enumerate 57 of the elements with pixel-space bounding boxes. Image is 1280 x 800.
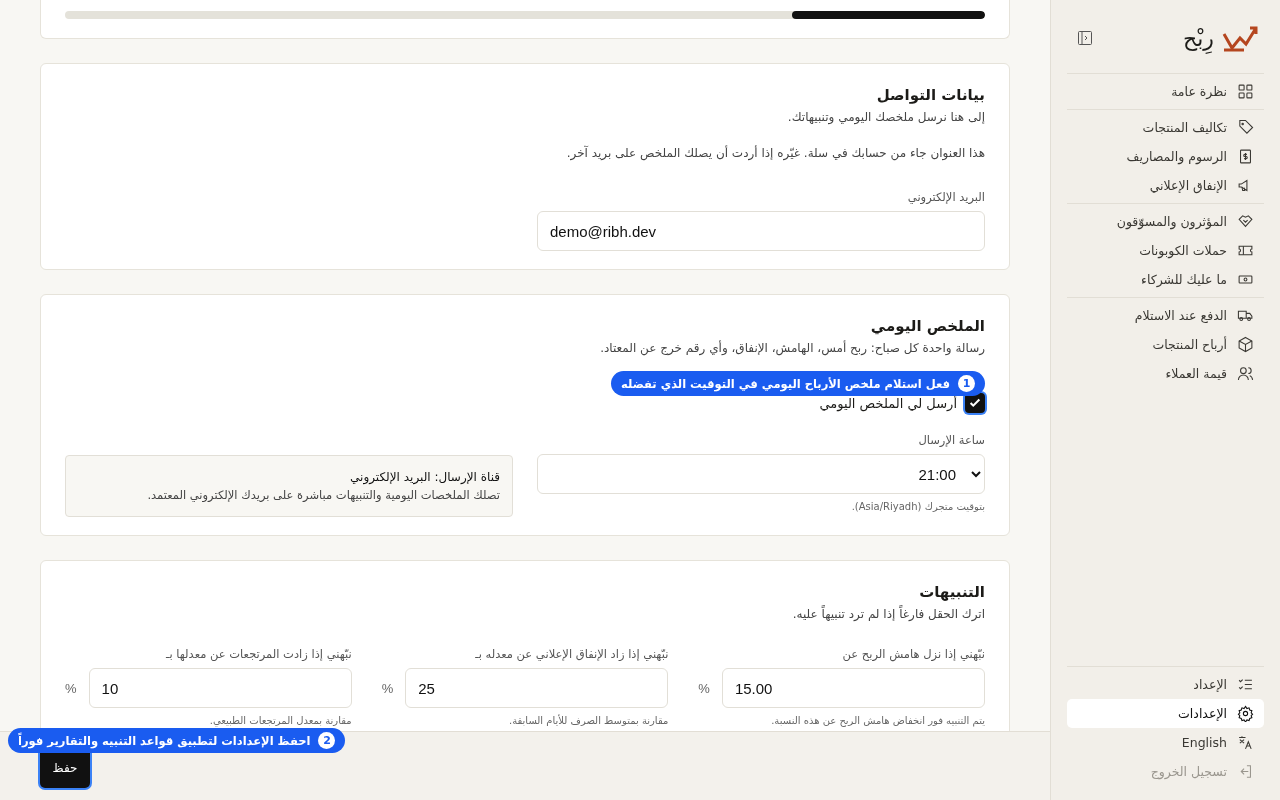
sidebar-item[interactable]: تكاليف المنتجات [1067,113,1264,142]
time-select[interactable]: 21:00 [537,454,985,494]
field-label: ساعة الإرسال [917,433,985,447]
threshold-field[interactable]: 15.00 [721,668,985,708]
sidebar-item[interactable]: English [1067,728,1264,757]
unit-text: % [381,680,394,696]
threshold-field[interactable]: 10 [88,668,352,708]
nav-icon [1237,148,1254,165]
sidebar-item[interactable]: نظرة عامة [1067,77,1264,106]
email-field[interactable]: demo@ribh.dev [537,211,985,251]
tooltip-text: فعل استلام ملخص الأرباح اليومي في التوقيت الذي تفضله [621,376,950,391]
sidebar-item[interactable]: الإعداد [1067,670,1264,699]
sidebar-item[interactable]: أرباح المنتجات [1067,330,1264,359]
field-label: نبّهني إذا زاد الإنفاق الإعلاني عن معدله بـ [474,647,669,661]
nav-icon [1237,705,1254,722]
tooltip-text: احفظ الإعدادات لتطبيق قواعد التنبيه والتقارير فوراً [18,733,311,748]
nav-icon [1237,365,1254,382]
checkbox-label: أرسل لي الملخص اليومي [819,395,957,411]
note-text: هذا العنوان جاء من حسابك في سلة. غيّره إذا أردت أن يصلك الملخص على بريد آخر. [565,146,985,160]
nav-icon [1237,119,1254,136]
hint-text: مقارنة بمعدل المرتجعات الطبيعي. [208,715,352,726]
sidebar-item[interactable]: حملات الكوبونات [1067,236,1264,265]
sidebar-item[interactable]: الرسوم والمصاريف [1067,142,1264,171]
nav-icon [1237,213,1254,230]
threshold-field[interactable]: 25 [405,668,669,708]
channel-title: قناة الإرسال: البريد الإلكتروني [349,470,500,484]
step-badge: 1 [958,375,975,392]
nav-icon [1237,763,1254,780]
section-subtitle: إلى هنا نرسل ملخصك اليومي وتنبيهاتك. [786,110,985,124]
nav-icon [1237,676,1254,693]
unit-text: % [698,680,710,696]
section-title: بيانات التواصل [875,86,985,104]
hint-text: بتوقيت متجرك (Asia/Riyadh). [850,501,985,512]
section-title: التنبيهات [918,583,985,601]
section-subtitle: رسالة واحدة كل صباح: ربح أمس، الهامش، الإنفاق، وأي رقم خرج عن المعتاد. [599,341,985,355]
field-label: نبّهني إذا نزل هامش الربح عن [841,647,985,661]
section-title: الملخص اليومي [869,317,985,335]
unit-text: % [65,680,77,696]
sidebar-item[interactable]: الإنفاق الإعلاني [1067,171,1264,200]
nav-icon [1237,83,1254,100]
sidebar-toggle-icon[interactable] [1077,30,1093,46]
sidebar-item[interactable]: قيمة العملاء [1067,359,1264,388]
sidebar-item[interactable]: الدفع عند الاستلام [1067,301,1264,330]
hint-text: مقارنة بمتوسط الصرف للأيام السابقة. [507,715,669,726]
step-badge: 2 [318,732,336,750]
section-subtitle: اترك الحقل فارغاً إذا لم ترد تنبيهاً عليه. [791,607,985,621]
field-label: البريد الإلكتروني [906,190,985,204]
sidebar-item[interactable]: الإعدادات [1067,699,1264,728]
nav-icon [1237,734,1254,751]
checkmark-icon [968,396,982,410]
nav-icon [1237,336,1254,353]
hint-text: يتم التنبيه فور انخفاض هامش الربح عن هذه النسبة. [770,715,985,726]
field-label: نبّهني إذا زادت المرتجعات عن معدلها بـ [165,647,352,661]
channel-text: تصلك الملخصات اليومية والتنبيهات مباشرة على بريدك الإلكتروني المعتمد. [146,488,500,502]
sidebar-item[interactable]: ما عليك للشركاء [1067,265,1264,294]
chart-logo-icon [1220,24,1260,52]
sidebar-item[interactable]: المؤثرون والمسوّقون [1067,207,1264,236]
